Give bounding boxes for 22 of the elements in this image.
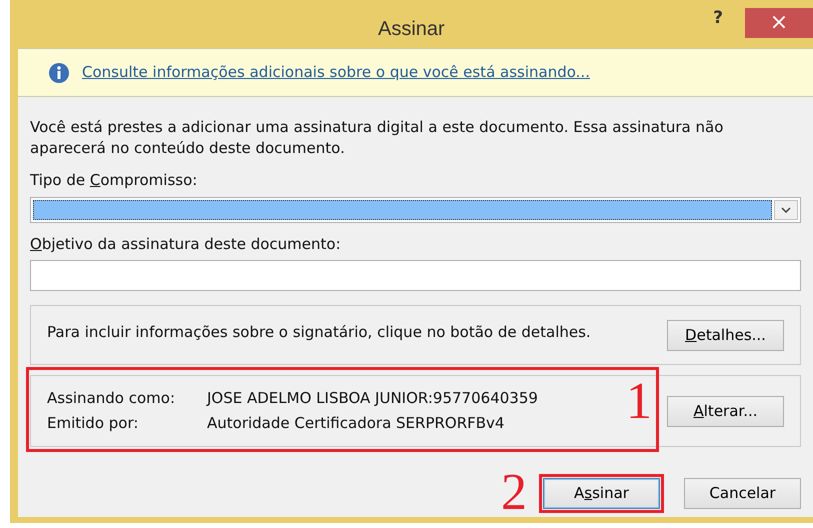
dropdown-field[interactable] xyxy=(30,196,801,222)
cancel-button[interactable]: Cancelar xyxy=(684,478,801,508)
info-link[interactable]: Consulte informações adicionais sobre o que você está assinando... xyxy=(82,61,590,84)
input-field[interactable] xyxy=(30,260,801,291)
window-title: Assinar xyxy=(378,17,445,42)
help-button[interactable]: ? xyxy=(703,4,733,34)
signer-value: Autoridade Certificadora SERPRORFBv4 xyxy=(207,413,504,434)
annotation-number: 1 xyxy=(626,374,652,430)
chevron-down-icon xyxy=(781,206,791,212)
description-text: Você está prestes a adicionar uma assinatura digital a este documento. Essa assinatura não aparecerá no conteúdo deste documento. xyxy=(30,117,724,159)
annotation-number: 2 xyxy=(501,469,527,517)
close-button[interactable]: × xyxy=(745,8,813,38)
signer-value: JOSE ADELMO LISBOA JUNIOR:95770640359 xyxy=(207,388,538,409)
signer-label: Emitido por: xyxy=(47,413,140,434)
field-label: Objetivo da assinatura deste documento: xyxy=(30,234,342,254)
change-button[interactable]: Alterar... xyxy=(667,396,784,426)
signer-label: Assinando como: xyxy=(47,388,176,409)
field-label: Tipo de Compromisso: xyxy=(30,170,198,191)
sign-button[interactable]: Assinar xyxy=(543,478,660,508)
info-icon xyxy=(48,62,70,84)
details-button[interactable]: Detalhes... xyxy=(667,320,784,350)
details-text: Para incluir informações sobre o signatário, clique no botão de detalhes. xyxy=(47,322,592,343)
